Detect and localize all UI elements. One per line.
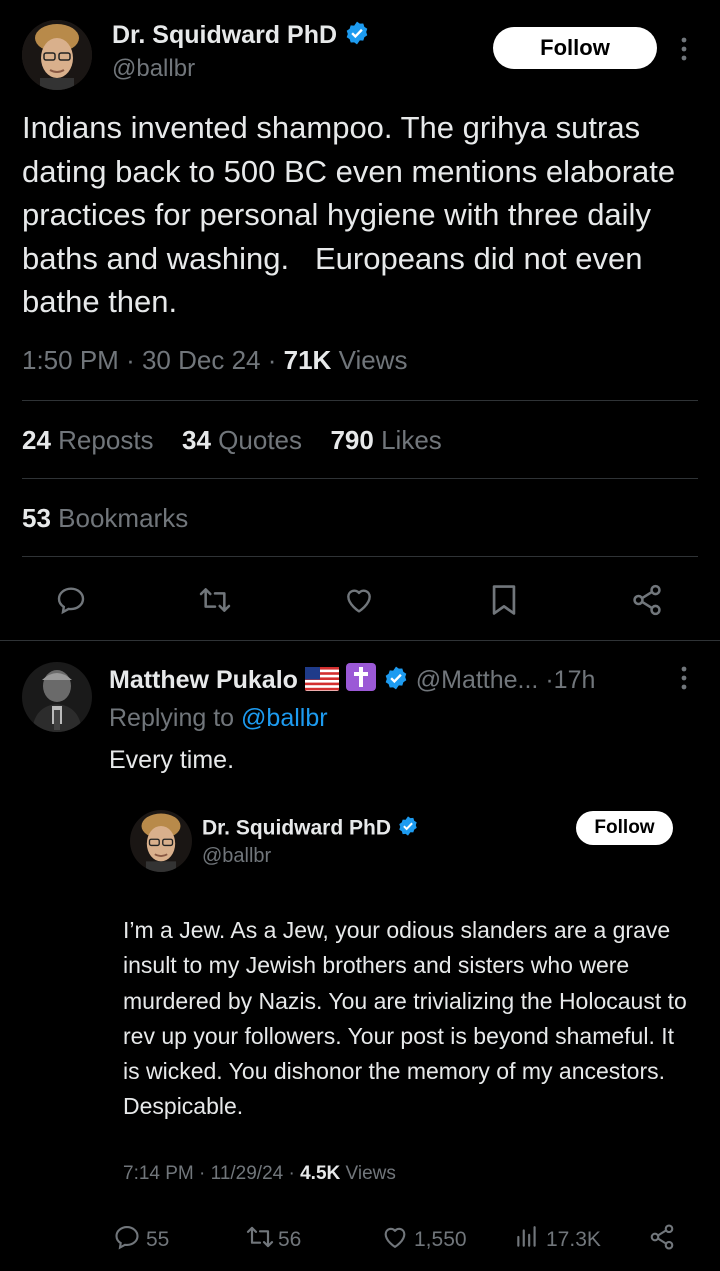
embedded-meta: 7:14 PM · 11/29/24 · 4.5K Views bbox=[123, 1163, 396, 1185]
latin-cross-icon bbox=[345, 663, 376, 698]
tweet-meta: 1:50 PM · 30 Dec 24 · 71K Views bbox=[22, 345, 407, 376]
repost-icon[interactable] bbox=[196, 584, 234, 616]
verified-badge-icon bbox=[344, 20, 370, 53]
embedded-tweet-text: I’m a Jew. As a Jew, your odious slander… bbox=[123, 917, 687, 1120]
embedded-likes: 1,550 bbox=[380, 1223, 467, 1257]
like-icon bbox=[380, 1223, 410, 1257]
replying-to: Replying to @ballbr bbox=[109, 704, 328, 733]
author-handle[interactable]: @ballbr bbox=[112, 55, 195, 83]
embedded-follow-button: Follow bbox=[576, 811, 673, 845]
embedded-author-name: Dr. Squidward PhD bbox=[202, 816, 392, 840]
embedded-reposts-count: 56 bbox=[278, 1228, 302, 1251]
reply-author-handle[interactable]: @Matthe... bbox=[416, 666, 539, 694]
embedded-views-stat: 17.3K bbox=[546, 1228, 601, 1251]
divider bbox=[22, 400, 698, 401]
bookmarks-stat[interactable]: 53 Bookmarks bbox=[22, 503, 188, 534]
views-count: 71K bbox=[283, 345, 332, 375]
embedded-replies: 55 bbox=[112, 1223, 169, 1257]
embedded-views-label: Views bbox=[345, 1163, 396, 1184]
tweet-time[interactable]: 1:50 PM bbox=[22, 345, 119, 375]
embedded-author-handle: @ballbr bbox=[202, 845, 272, 867]
embedded-likes-count: 1,550 bbox=[414, 1228, 467, 1251]
divider bbox=[22, 478, 698, 479]
embedded-time: 7:14 PM bbox=[123, 1163, 194, 1184]
replying-to-prefix: Replying to bbox=[109, 704, 235, 732]
tweet-date[interactable]: 30 Dec 24 bbox=[142, 345, 261, 375]
divider bbox=[0, 640, 720, 641]
reply-header: Matthew Pukalo @Matthe... ·17h bbox=[109, 663, 595, 698]
engagement-stats: 24 Reposts 34 Quotes 790 Likes bbox=[22, 425, 442, 456]
embedded-reposts: 56 bbox=[244, 1223, 301, 1257]
reply-more-options-icon[interactable] bbox=[675, 664, 693, 692]
more-options-icon[interactable] bbox=[675, 35, 693, 63]
reply-avatar[interactable] bbox=[22, 662, 92, 732]
separator-dot: · bbox=[126, 345, 135, 375]
author-avatar[interactable] bbox=[22, 20, 92, 90]
verified-badge-icon bbox=[383, 665, 409, 698]
author-name[interactable]: Dr. Squidward PhD bbox=[112, 21, 337, 49]
analytics-icon bbox=[514, 1223, 540, 1257]
reply-author-name[interactable]: Matthew Pukalo bbox=[109, 666, 298, 694]
views-label: Views bbox=[338, 345, 408, 375]
separator-dot: · bbox=[267, 345, 277, 375]
share-icon[interactable] bbox=[630, 583, 664, 617]
embedded-views: 17.3K bbox=[514, 1223, 601, 1257]
separator-dot: · bbox=[199, 1163, 206, 1184]
like-icon[interactable] bbox=[342, 584, 376, 616]
embedded-views-count: 4.5K bbox=[300, 1163, 341, 1184]
reply-text: Every time. bbox=[109, 746, 235, 774]
repost-icon bbox=[244, 1223, 276, 1257]
divider bbox=[22, 556, 698, 557]
reply-time[interactable]: 17h bbox=[554, 666, 596, 694]
bookmark-icon[interactable] bbox=[489, 583, 519, 617]
embedded-date: 11/29/24 bbox=[210, 1163, 284, 1184]
separator-dot: · bbox=[545, 666, 554, 694]
tweet-text: Indians invented shampoo. The grihya sut… bbox=[22, 110, 684, 319]
embedded-author-avatar bbox=[130, 810, 192, 872]
author-name-row[interactable]: Dr. Squidward PhD bbox=[112, 20, 370, 53]
reply-icon bbox=[112, 1223, 142, 1257]
verified-badge-icon bbox=[397, 815, 419, 843]
reposts-stat[interactable]: 24 Reposts bbox=[22, 425, 154, 455]
share-icon bbox=[648, 1223, 676, 1256]
us-flag-icon bbox=[304, 667, 339, 698]
embedded-replies-count: 55 bbox=[146, 1228, 170, 1251]
follow-button[interactable]: Follow bbox=[493, 27, 657, 69]
replying-to-handle[interactable]: @ballbr bbox=[241, 704, 328, 732]
reply-icon[interactable] bbox=[54, 584, 88, 616]
separator-dot: · bbox=[288, 1163, 295, 1184]
quotes-stat[interactable]: 34 Quotes bbox=[182, 425, 302, 455]
likes-stat[interactable]: 790 Likes bbox=[330, 425, 441, 455]
embedded-author-name-row: Dr. Squidward PhD bbox=[202, 815, 419, 843]
